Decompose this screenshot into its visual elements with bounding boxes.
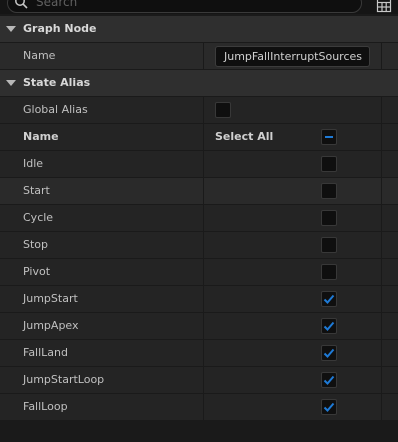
state-name: JumpStartLoop <box>23 373 105 386</box>
column-divider[interactable] <box>203 43 204 69</box>
state-name: Start <box>23 184 50 197</box>
column-divider[interactable] <box>203 205 204 231</box>
column-divider[interactable] <box>203 259 204 285</box>
column-divider[interactable] <box>203 151 204 177</box>
column-divider <box>381 124 382 150</box>
search-input[interactable]: Search <box>7 0 362 13</box>
category-label: Graph Node <box>23 22 97 35</box>
column-divider[interactable] <box>203 286 204 312</box>
state-row: Idle <box>0 151 398 178</box>
column-divider[interactable] <box>203 394 204 420</box>
state-row: Start <box>0 178 398 205</box>
state-name: Idle <box>23 157 44 170</box>
column-divider[interactable] <box>203 313 204 339</box>
column-divider <box>381 286 382 312</box>
state-checkbox[interactable] <box>321 156 337 172</box>
search-placeholder: Search <box>36 0 78 9</box>
column-divider[interactable] <box>203 232 204 258</box>
column-divider <box>381 151 382 177</box>
column-divider <box>381 367 382 393</box>
global-alias-checkbox[interactable] <box>215 102 231 118</box>
state-checkbox[interactable] <box>321 237 337 253</box>
column-divider <box>381 43 382 69</box>
indeterminate-dash-icon <box>325 136 333 138</box>
column-divider[interactable] <box>203 124 204 150</box>
checkmark-icon <box>323 348 335 358</box>
column-divider[interactable] <box>203 367 204 393</box>
state-name: Cycle <box>23 211 54 224</box>
state-row: Stop <box>0 232 398 259</box>
state-row: Pivot <box>0 259 398 286</box>
state-name: JumpApex <box>23 319 79 332</box>
state-checkbox[interactable] <box>321 318 337 334</box>
checkmark-icon <box>323 294 335 304</box>
column-divider <box>381 205 382 231</box>
category-label: State Alias <box>23 76 91 89</box>
checkmark-icon <box>323 402 335 412</box>
state-checkbox[interactable] <box>321 264 337 280</box>
state-checkbox[interactable] <box>321 291 337 307</box>
category-graph-node[interactable]: Graph Node <box>0 16 398 43</box>
column-divider <box>381 313 382 339</box>
state-name: FallLand <box>23 346 68 359</box>
collapse-arrow-icon[interactable] <box>6 26 16 32</box>
state-list-header-row: Name Select All <box>0 124 398 151</box>
search-icon <box>15 0 28 9</box>
state-checkbox[interactable] <box>321 399 337 415</box>
state-row: JumpStartLoop <box>0 367 398 394</box>
column-divider[interactable] <box>203 340 204 366</box>
state-name: JumpStart <box>23 292 78 305</box>
column-divider <box>381 340 382 366</box>
state-row: FallLand <box>0 340 398 367</box>
column-divider <box>381 232 382 258</box>
column-divider[interactable] <box>203 97 204 123</box>
property-row-name: Name JumpFallInterruptSources <box>0 43 398 70</box>
state-row: Cycle <box>0 205 398 232</box>
column-divider <box>381 97 382 123</box>
checkmark-icon <box>323 321 335 331</box>
property-label: Global Alias <box>23 103 88 116</box>
node-name-field[interactable]: JumpFallInterruptSources <box>215 46 370 67</box>
state-checkbox[interactable] <box>321 210 337 226</box>
select-all-checkbox[interactable] <box>321 129 337 145</box>
state-row: JumpApex <box>0 313 398 340</box>
state-name: Stop <box>23 238 49 251</box>
state-checkbox[interactable] <box>321 345 337 361</box>
state-name: FallLoop <box>23 400 68 413</box>
property-label: Name <box>23 49 56 62</box>
category-state-alias[interactable]: State Alias <box>0 70 398 97</box>
collapse-arrow-icon[interactable] <box>6 80 16 86</box>
state-name: Pivot <box>23 265 51 278</box>
property-row-global-alias: Global Alias <box>0 97 398 124</box>
column-divider <box>381 394 382 420</box>
state-checkbox[interactable] <box>321 372 337 388</box>
details-toolbar: Search <box>0 0 398 14</box>
select-all-label: Select All <box>215 130 274 143</box>
state-checkbox[interactable] <box>321 183 337 199</box>
column-divider[interactable] <box>203 178 204 204</box>
view-options-grid-icon[interactable] <box>376 0 392 13</box>
checkmark-icon <box>323 375 335 385</box>
column-divider <box>381 259 382 285</box>
state-row: FallLoop <box>0 394 398 421</box>
column-divider <box>381 178 382 204</box>
state-row: JumpStart <box>0 286 398 313</box>
column-header-name: Name <box>23 130 59 143</box>
panel-empty-space <box>0 424 398 442</box>
